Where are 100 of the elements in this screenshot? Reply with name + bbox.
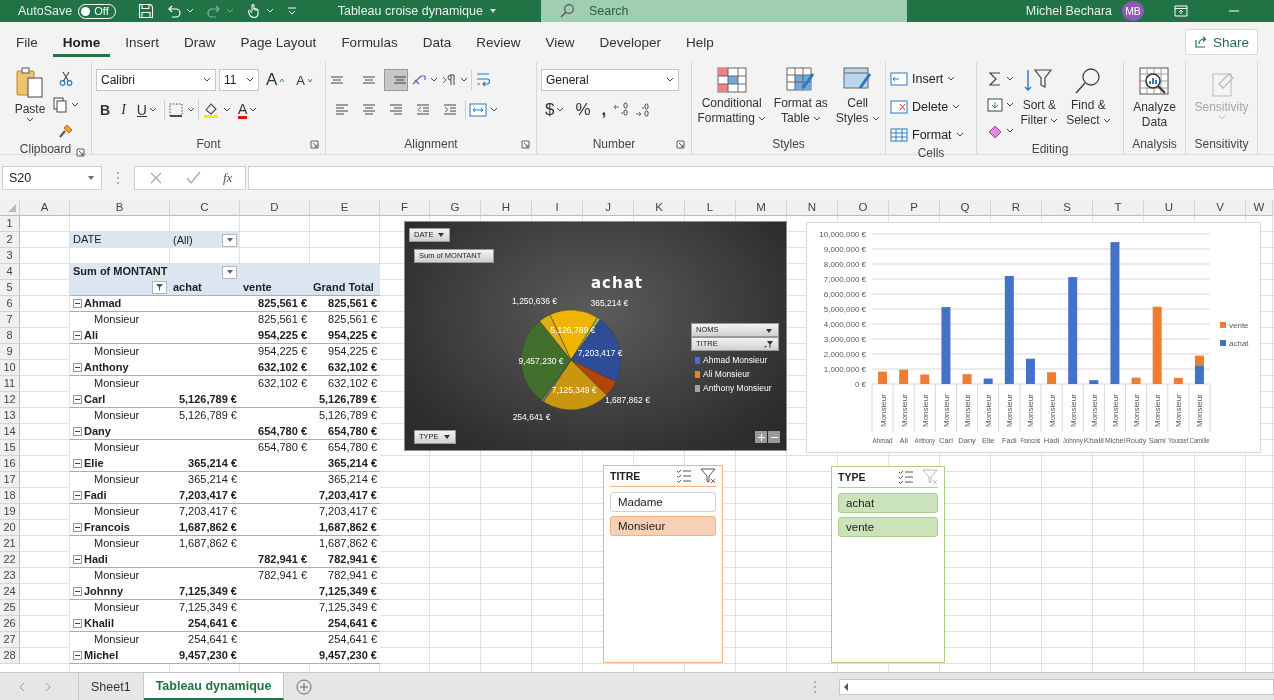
table-cell: 5,126,789 € [310,408,380,424]
table-cell: 654,780 € [240,440,310,456]
axis-label: Monsieur [878,394,888,427]
table-cell: 632,102 € [310,360,380,376]
table-cell: 254,641 € [170,632,240,648]
slicer-title: TITRE [610,470,642,482]
axis-label: Monsieur [1195,394,1205,427]
axis-label: 8,000,000 € [823,260,866,269]
axis-label: 7,000,000 € [823,275,866,284]
row-label: Monsieur [70,568,170,584]
table-cell: 1,687,862 € [170,536,240,552]
data-label: 254,641 € [512,411,551,422]
row-label: Monsieur [70,632,170,648]
table-cell: 954,225 € [310,344,380,360]
row-label: Dany [84,424,111,439]
row-label: Monsieur [70,312,170,328]
data-label: 365,214 € [590,297,629,308]
axis-label: Monsieur [1089,394,1099,427]
table-cell: 5,126,789 € [170,392,240,408]
autosave-label: AutoSave [18,4,73,18]
legend-label: Ali Monsieur [703,369,750,379]
user-name: Michel Bechara [1025,4,1112,18]
legend-label: Anthony Monsieur [703,383,772,393]
axis-label: Monsieur [1068,394,1078,427]
row-label: Monsieur [70,600,170,616]
axis-label: Monsieur [1132,394,1142,427]
group-label: Analysis [1132,137,1177,151]
row-label: Francois [84,520,130,535]
table-cell: 782,941 € [310,568,380,584]
table-cell: Sum of MONTANT [70,264,170,280]
axis-label: 0 € [854,380,866,389]
table-cell: DATE [70,232,170,248]
table-cell: 365,214 € [170,472,240,488]
axis-label: Monsieur [1174,394,1184,427]
table-cell: 825,561 € [310,296,380,312]
axis-label: Monsieur [984,394,994,427]
table-cell: 254,641 € [310,616,380,632]
group-label: Clipboard [19,142,72,156]
column-heading: achat [170,280,240,296]
table-cell: 7,125,349 € [310,600,380,616]
table-cell: 7,125,349 € [170,600,240,616]
row-label: Monsieur [70,344,170,360]
table-cell: 1,687,862 € [310,520,380,536]
table-cell: 365,214 € [310,456,380,472]
row-label: Michel [84,648,119,663]
data-label: 1,687,862 € [605,394,650,405]
table-cell: 632,102 € [240,376,310,392]
row-label: Ali [84,328,99,343]
table-cell: 254,641 € [170,616,240,632]
table-cell: 632,102 € [240,360,310,376]
axis-label: 2,000,000 € [823,350,866,359]
table-cell: 365,214 € [310,472,380,488]
group-label: Styles [772,137,805,151]
data-label: 7,203,417 € [577,347,623,358]
group-label: Number [592,137,636,151]
group-label: Sensitivity [1194,137,1249,151]
axis-label: 3,000,000 € [823,335,866,344]
axis-label: 4,000,000 € [823,320,866,329]
group-label: Cells [917,146,945,160]
table-cell: 954,225 € [240,328,310,344]
axis-label: 10,000,000 € [819,230,866,239]
group-label: Alignment [404,137,458,151]
row-label: Monsieur [70,408,170,424]
row-label: Khalil [84,616,114,631]
legend-label: vente [1229,321,1249,330]
table-cell: 654,780 € [240,424,310,440]
row-label: Monsieur [70,536,170,552]
row-label: Monsieur [70,440,170,456]
row-label: Fadi [84,488,107,503]
axis-label: 9,000,000 € [823,245,866,254]
table-cell: 7,203,417 € [310,488,380,504]
table-cell: 654,780 € [310,440,380,456]
table-cell: 1,687,862 € [170,520,240,536]
table-cell: 365,214 € [170,456,240,472]
table-cell: 954,225 € [240,344,310,360]
table-cell: 782,941 € [240,552,310,568]
table-cell: 7,203,417 € [310,504,380,520]
table-cell: 825,561 € [240,296,310,312]
group-label: Editing [1031,142,1069,156]
table-cell: 7,203,417 € [170,488,240,504]
filter-value: (All) [173,232,193,248]
group-label: Font [196,137,221,151]
row-label: Carl [84,392,106,407]
table-cell: 825,561 € [240,312,310,328]
axis-label: Monsieur [1005,394,1015,427]
table-cell: 5,126,789 € [170,408,240,424]
row-label: Monsieur [70,376,170,392]
row-label: Monsieur [70,504,170,520]
legend-label: achat [1229,339,1249,348]
table-cell: 9,457,230 € [310,648,380,664]
axis-label: Monsieur [920,394,930,427]
axis-label: Monsieur [899,394,909,427]
slicer-title: TYPE [838,471,867,483]
row-label: Ahmad [84,296,122,311]
axis-label: Monsieur [1026,394,1036,427]
row-label: Elie [84,456,104,471]
table-cell: 782,941 € [240,568,310,584]
legend-label: Ahmad Monsieur [703,355,768,365]
table-cell: 7,125,349 € [170,584,240,600]
data-label: 5,126,789 € [550,325,596,336]
